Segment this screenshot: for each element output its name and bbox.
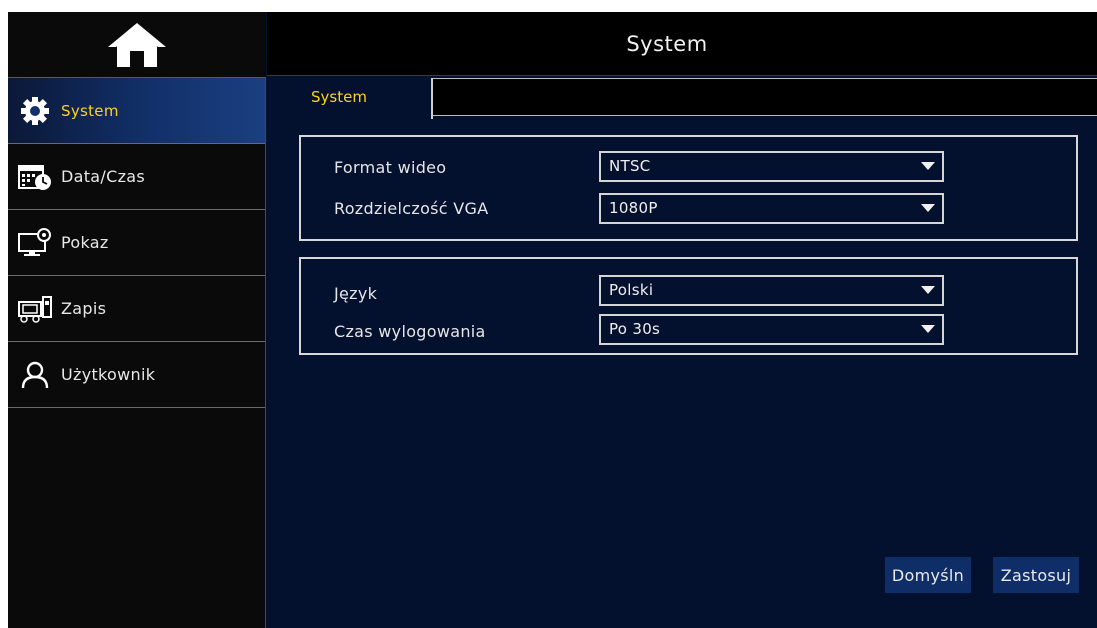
chevron-down-icon [921, 286, 935, 294]
sidebar-item-label: System [61, 101, 119, 120]
default-button[interactable]: Domyśln [885, 557, 971, 593]
tab-bar: System [267, 78, 1097, 119]
sidebar-item-system[interactable]: System [8, 78, 265, 144]
tab-label: System [311, 88, 367, 106]
chevron-down-icon [921, 204, 935, 212]
sidebar-item-label: Zapis [61, 299, 107, 318]
chevron-down-icon [921, 162, 935, 170]
jezyk-value: Polski [609, 281, 654, 299]
rozdzielczosc-vga-value: 1080P [609, 199, 658, 217]
page-header: System [267, 12, 1097, 76]
sidebar-item-label: Użytkownik [61, 365, 156, 384]
tab-bar-background [432, 78, 1097, 116]
sidebar-item-label: Data/Czas [61, 167, 146, 186]
rozdzielczosc-vga-label: Rozdzielczość VGA [334, 199, 489, 218]
page-title: System [626, 31, 708, 56]
tab-system[interactable]: System [293, 78, 433, 119]
home-icon [108, 22, 166, 67]
rozdzielczosc-vga-select[interactable]: 1080P [599, 193, 944, 224]
sidebar-item-pokaz[interactable]: Pokaz [8, 210, 265, 276]
czas-wylogowania-label: Czas wylogowania [334, 322, 486, 341]
monitor-settings-icon [18, 227, 52, 258]
sidebar-item-label: Pokaz [61, 233, 109, 252]
calendar-clock-icon [18, 162, 52, 192]
user-icon [18, 360, 52, 390]
home-button[interactable] [8, 12, 266, 78]
sidebar-item-uzytkownik[interactable]: Użytkownik [8, 342, 265, 408]
sidebar-item-data-czas[interactable]: Data/Czas [8, 144, 265, 210]
jezyk-select[interactable]: Polski [599, 275, 944, 306]
general-settings-panel: Język Polski Czas wylogowania Po 30s [299, 257, 1078, 355]
gear-icon [18, 96, 52, 126]
format-wideo-value: NTSC [609, 157, 651, 175]
video-settings-panel: Format wideo NTSC Rozdzielczość VGA 1080… [299, 135, 1078, 241]
apply-button[interactable]: Zastosuj [993, 557, 1079, 593]
czas-wylogowania-select[interactable]: Po 30s [599, 314, 944, 345]
sidebar: System Data/Czas Pokaz Zapis Użytkownik [8, 12, 266, 628]
recorder-icon [18, 294, 52, 324]
format-wideo-label: Format wideo [334, 158, 447, 177]
sidebar-item-zapis[interactable]: Zapis [8, 276, 265, 342]
jezyk-label: Język [334, 284, 378, 303]
czas-wylogowania-value: Po 30s [609, 320, 661, 338]
app-window: System Data/Czas Pokaz Zapis Użytkownik … [8, 12, 1097, 628]
format-wideo-select[interactable]: NTSC [599, 151, 944, 182]
chevron-down-icon [921, 325, 935, 333]
